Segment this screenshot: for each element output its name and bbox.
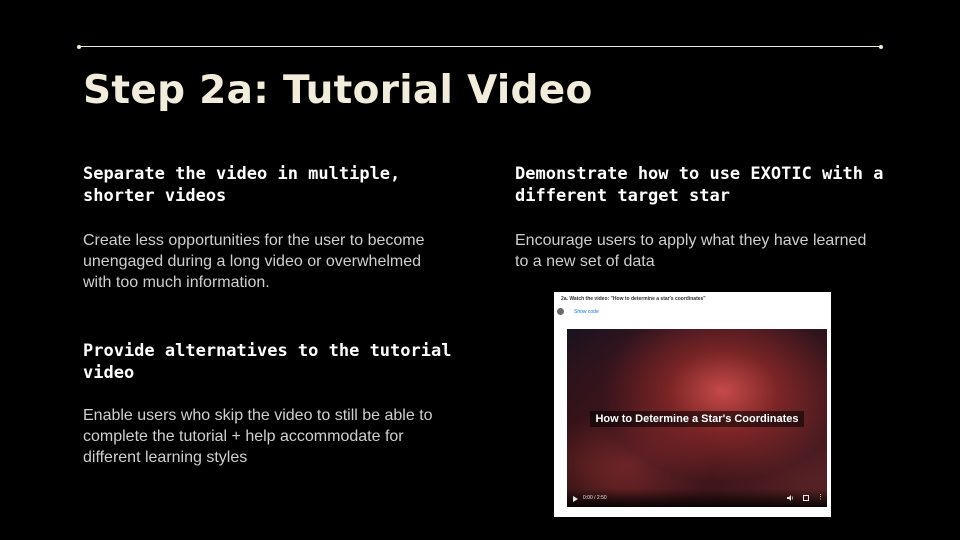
slide-title: Step 2a: Tutorial Video [83,68,593,113]
notebook-video-screenshot: 2a. Watch the video: "How to determine a… [554,292,831,517]
volume-icon [787,495,794,501]
more-options-icon: ⋮ [817,494,824,501]
divider-endpoint-left [77,45,81,49]
section-body-separate-video: Create less opportunities for the user t… [83,232,425,291]
fullscreen-icon [803,495,809,501]
section-heading-separate-video: Separate the video in multiple, shorter … [83,164,401,206]
run-cell-icon [557,308,564,315]
video-title-text: How to Determine a Star's Coordinates [590,411,804,427]
section-body-demonstrate-exotic: Encourage users to apply what they have … [515,232,867,270]
video-player: How to Determine a Star's Coordinates 0:… [567,329,827,507]
video-timestamp: 0:00 / 2:50 [583,495,607,501]
section-heading-demonstrate-exotic: Demonstrate how to use EXOTIC with a dif… [515,164,884,206]
section-body-alternatives: Enable users who skip the video to still… [83,407,433,466]
video-controls-bar: 0:00 / 2:50 ⋮ [567,489,827,507]
play-icon [573,496,578,502]
top-divider-line [79,46,881,47]
show-code-link: Show code [574,309,599,315]
divider-endpoint-right [879,45,883,49]
section-heading-alternatives: Provide alternatives to the tutorial vid… [83,341,452,383]
video-title-overlay: How to Determine a Star's Coordinates [567,409,827,427]
notebook-cell-title: 2a. Watch the video: "How to determine a… [561,296,706,302]
